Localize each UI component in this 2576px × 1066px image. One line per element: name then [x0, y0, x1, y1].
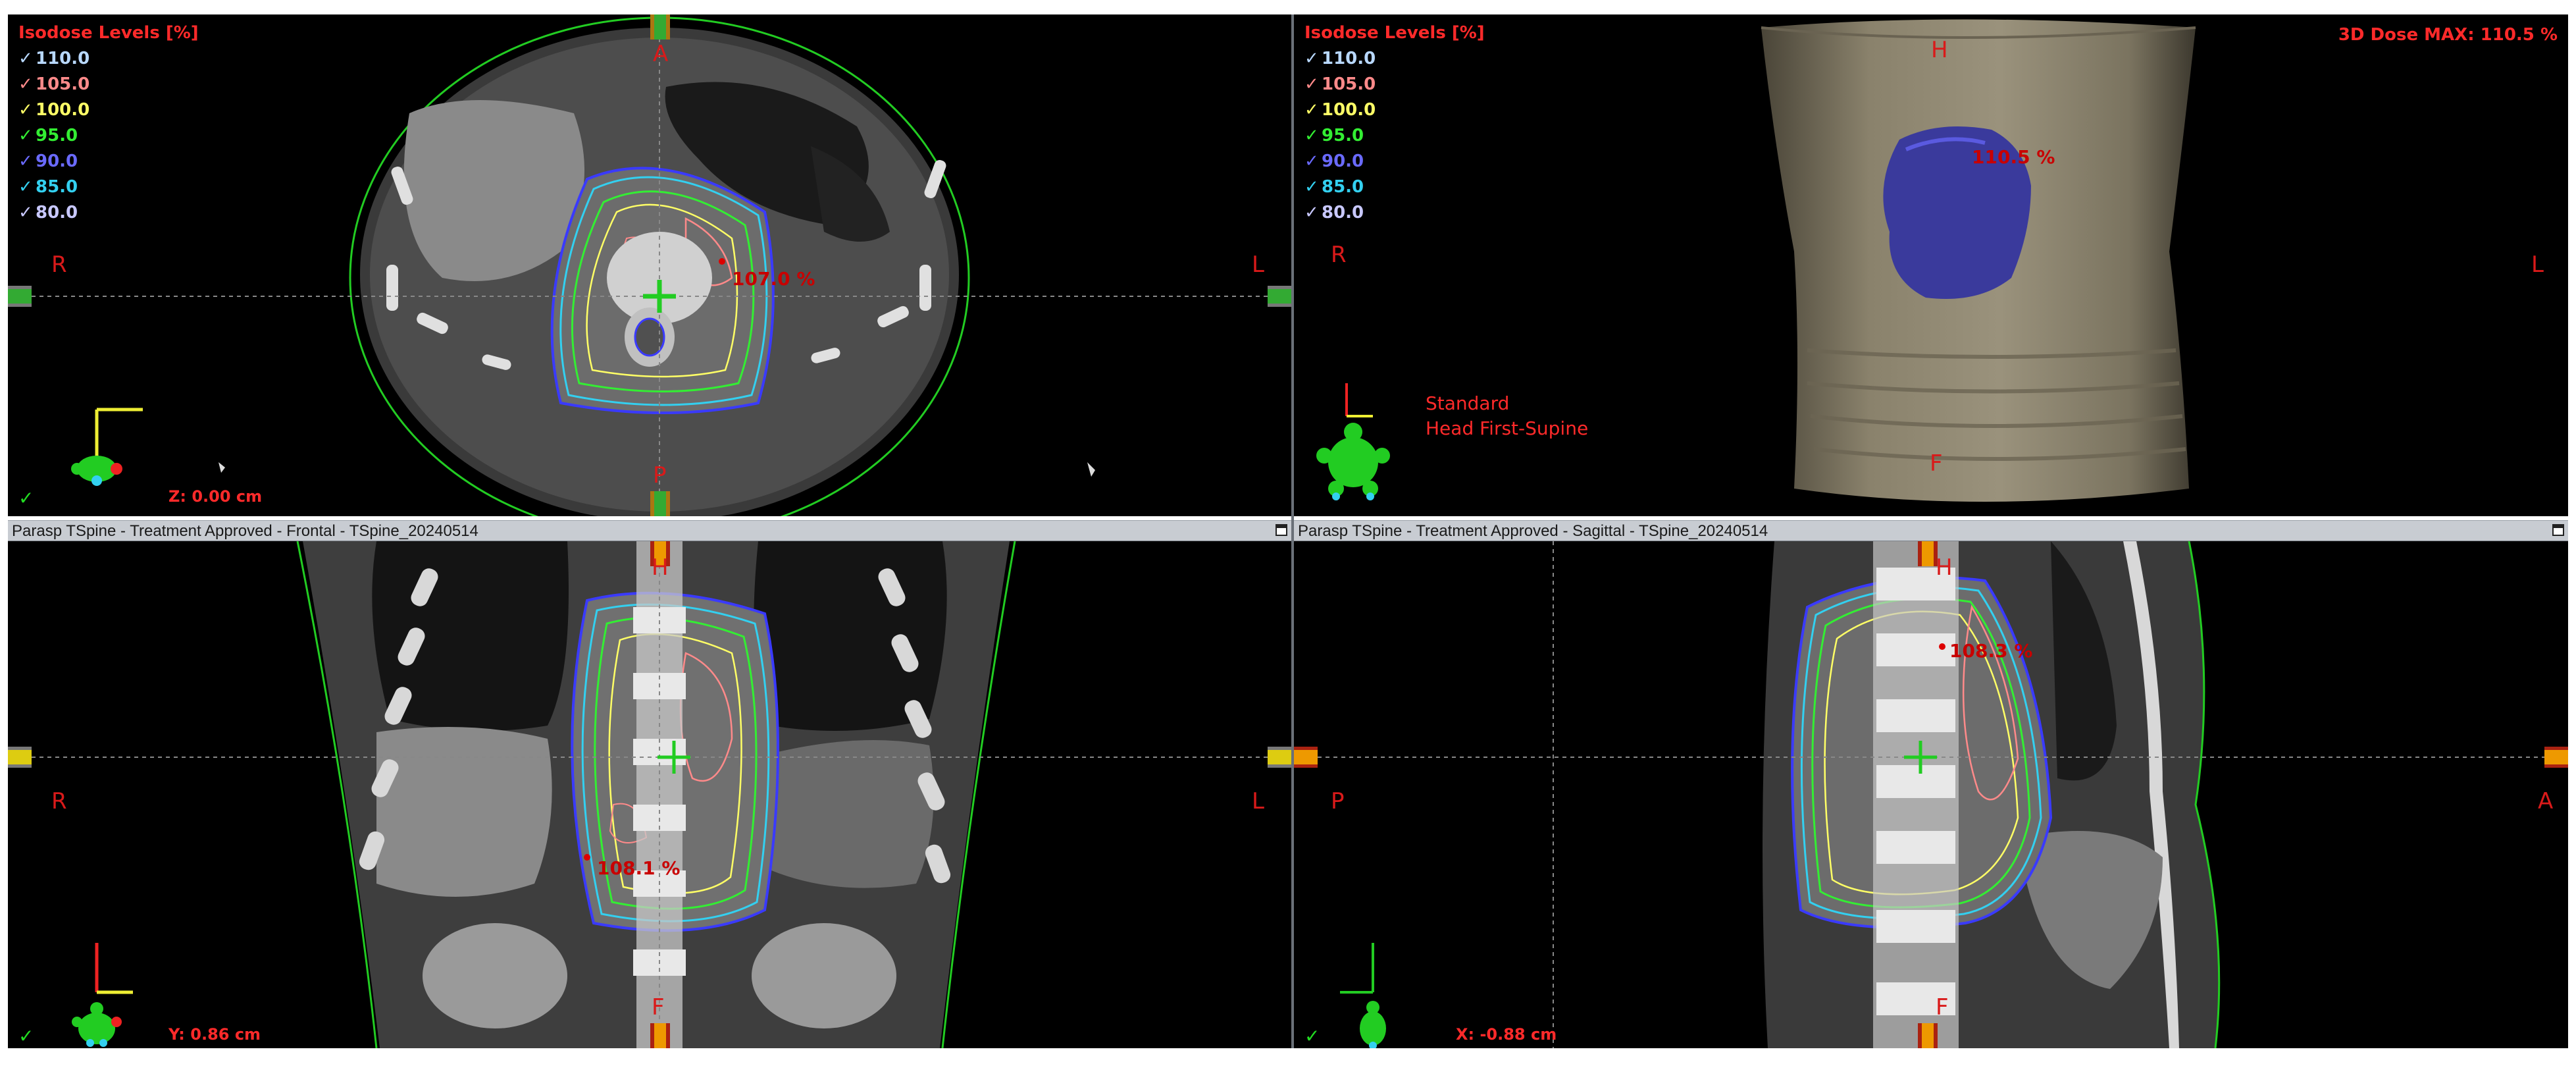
- check-icon[interactable]: ✓: [1304, 97, 1322, 123]
- anterior-label: A: [2538, 788, 2554, 814]
- isodose-level-95[interactable]: ✓ 95.0: [1304, 123, 1485, 149]
- isodose-level-85[interactable]: ✓ 85.0: [18, 174, 199, 200]
- foot-label: F: [652, 994, 665, 1021]
- check-icon[interactable]: ✓: [18, 123, 36, 149]
- check-icon[interactable]: ✓: [18, 149, 36, 174]
- check-icon[interactable]: ✓: [1304, 174, 1322, 200]
- left-label: L: [2531, 252, 2544, 278]
- check-icon[interactable]: ✓: [18, 72, 36, 97]
- isodose-level-105[interactable]: ✓ 105.0: [18, 72, 199, 97]
- check-icon[interactable]: ✓: [18, 174, 36, 200]
- left-slice-marker[interactable]: [8, 286, 32, 307]
- foot-label: F: [1936, 994, 1949, 1021]
- check-icon[interactable]: ✓: [1304, 123, 1322, 149]
- posterior-label: P: [1331, 788, 1345, 814]
- isodose-level-85[interactable]: ✓ 85.0: [1304, 174, 1485, 200]
- left-label: L: [1252, 788, 1264, 814]
- isodose-level-80[interactable]: ✓ 80.0: [18, 200, 199, 226]
- anterior-label: A: [653, 41, 669, 67]
- slice-coordinate: X: -0.88 cm: [1456, 1025, 1557, 1044]
- check-icon[interactable]: ✓: [18, 46, 36, 72]
- orientation-standard: Standard: [1426, 392, 1510, 414]
- bottom-slice-marker[interactable]: [650, 491, 670, 516]
- bottom-slice-marker[interactable]: [650, 1023, 670, 1048]
- check-icon[interactable]: ✓: [18, 200, 36, 226]
- hotspot-label: 108.1 %: [597, 857, 681, 879]
- 3d-dose-max: 3D Dose MAX: 110.5 %: [2338, 25, 2558, 45]
- left-slice-marker[interactable]: [1294, 747, 1318, 768]
- isodose-level-95[interactable]: ✓ 95.0: [18, 123, 199, 149]
- sagittal-viewport[interactable]: H F P A 108.3 % X: -0.88 cm ✓: [1294, 541, 2568, 1048]
- right-slice-marker[interactable]: [1268, 286, 1291, 307]
- left-slice-marker[interactable]: [8, 747, 32, 768]
- isodose-level-80[interactable]: ✓ 80.0: [1304, 200, 1485, 226]
- orientation-info: Standard Head First-Supine: [1426, 391, 1588, 441]
- isodose-level-110[interactable]: ✓ 110.0: [18, 46, 199, 72]
- check-icon[interactable]: ✓: [1304, 72, 1322, 97]
- posterior-label: P: [653, 462, 667, 489]
- isodose-level-105[interactable]: ✓ 105.0: [1304, 72, 1485, 97]
- isodose-level-90[interactable]: ✓ 90.0: [1304, 149, 1485, 174]
- bottom-slice-marker[interactable]: [1918, 1023, 1938, 1048]
- isodose-level-90[interactable]: ✓ 90.0: [18, 149, 199, 174]
- left-label: L: [1252, 252, 1264, 278]
- top-slice-marker[interactable]: [650, 14, 670, 40]
- orientation-position: Head First-Supine: [1426, 417, 1589, 439]
- status-check-icon: ✓: [18, 1026, 34, 1046]
- head-label: H: [1931, 37, 1948, 63]
- axial-viewport[interactable]: Isodose Levels [%] ✓ 110.0 ✓ 105.0 ✓ 100.0 …: [8, 14, 1291, 516]
- sagittal-ct-image: [1294, 541, 2568, 1048]
- frontal-ct-image: [8, 541, 1291, 1048]
- frontal-title: Parasp TSpine - Treatment Approved - Fro…: [12, 522, 478, 540]
- right-label: R: [51, 252, 67, 278]
- isodose-legend-header: Isodose Levels [%]: [18, 23, 199, 43]
- slice-coordinate: Z: 0.00 cm: [168, 487, 263, 506]
- isodose-level-100[interactable]: ✓ 100.0: [18, 97, 199, 123]
- right-slice-marker[interactable]: [1268, 747, 1291, 768]
- status-check-icon: ✓: [1304, 1026, 1320, 1046]
- foot-label: F: [1930, 450, 1943, 477]
- frontal-title-bar[interactable]: Parasp TSpine - Treatment Approved - Fro…: [8, 520, 1291, 541]
- isodose-legend-3d: Isodose Levels [%] ✓ 110.0 ✓ 105.0 ✓ 100.0 …: [1304, 22, 1485, 226]
- isodose-level-100[interactable]: ✓ 100.0: [1304, 97, 1485, 123]
- top-slice-marker[interactable]: [1918, 541, 1938, 566]
- axial-ct-image: [8, 14, 1291, 516]
- isodose-legend: Isodose Levels [%] ✓ 110.0 ✓ 105.0 ✓ 100.0 …: [18, 22, 199, 226]
- check-icon[interactable]: ✓: [18, 97, 36, 123]
- check-icon[interactable]: ✓: [1304, 200, 1322, 226]
- status-check-icon: ✓: [18, 488, 34, 508]
- check-icon[interactable]: ✓: [1304, 149, 1322, 174]
- hotspot-label: 107.0 %: [732, 268, 815, 290]
- isodose-level-110[interactable]: ✓ 110.0: [1304, 46, 1485, 72]
- check-icon[interactable]: ✓: [1304, 46, 1322, 72]
- right-label: R: [1331, 242, 1347, 268]
- maximize-icon[interactable]: [2552, 524, 2564, 536]
- sagittal-title: Parasp TSpine - Treatment Approved - Sag…: [1298, 522, 1768, 540]
- head-label: H: [652, 554, 669, 581]
- maximize-icon[interactable]: [1275, 524, 1287, 536]
- right-slice-marker[interactable]: [2544, 747, 2568, 768]
- hotspot-label: 108.3 %: [1949, 640, 2033, 662]
- head-label: H: [1936, 554, 1953, 581]
- hotspot-label: 110.5 %: [1972, 146, 2055, 168]
- isodose-legend-header: Isodose Levels [%]: [1304, 23, 1485, 43]
- right-label: R: [51, 788, 67, 814]
- frontal-viewport[interactable]: H F R L 108.1 % Y: 0.86 cm ✓: [8, 541, 1291, 1048]
- 3d-viewport[interactable]: Isodose Levels [%] ✓ 110.0 ✓ 105.0 ✓ 100.0 …: [1294, 14, 2568, 516]
- slice-coordinate: Y: 0.86 cm: [168, 1025, 261, 1044]
- sagittal-title-bar[interactable]: Parasp TSpine - Treatment Approved - Sag…: [1294, 520, 2568, 541]
